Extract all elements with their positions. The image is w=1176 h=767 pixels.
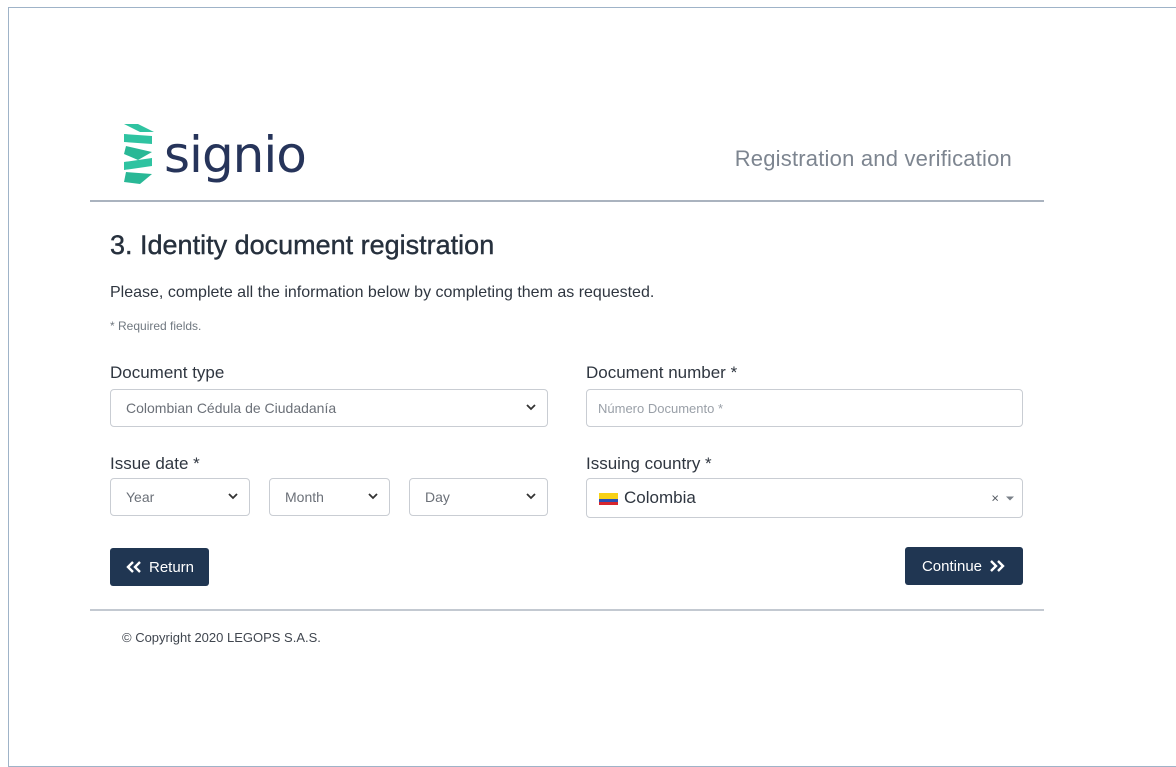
issue-date-label: Issue date * [110,454,200,473]
issue-month-select[interactable]: Month [269,478,390,516]
document-type-label: Document type [110,363,225,382]
chevron-down-icon [368,493,378,500]
required-fields-note: * Required fields. [110,319,202,333]
footer-divider [90,609,1044,611]
issue-year-select[interactable]: Year [110,478,250,516]
double-chevron-left-icon [126,561,141,573]
issuing-country-select[interactable]: Colombia × [586,478,1023,518]
issue-month-value: Month [285,489,324,505]
chevron-down-icon [526,404,536,411]
issuing-country-label: Issuing country * [586,454,712,473]
continue-button[interactable]: Continue [905,547,1023,585]
document-type-select[interactable]: Colombian Cédula de Ciudadanía [110,389,548,427]
return-button-label: Return [148,558,195,576]
document-number-label: Document number * [586,363,738,382]
issue-day-select[interactable]: Day [409,478,548,516]
return-button[interactable]: Return [110,548,209,586]
chevron-down-icon [228,493,238,500]
issue-year-value: Year [126,489,155,505]
issue-day-value: Day [425,489,450,505]
instructions-text: Please, complete all the information bel… [110,284,655,301]
issuing-country-value: Colombia [624,488,696,507]
document-type-value: Colombian Cédula de Ciudadanía [126,400,337,416]
double-chevron-right-icon [990,560,1005,572]
document-number-placeholder: Número Documento * [598,400,723,416]
signio-logo: signio [122,122,307,188]
continue-button-label: Continue [921,557,983,575]
header-title: Registration and verification [734,146,1012,171]
caret-down-icon[interactable] [1006,495,1014,501]
page-header: signio Registration and verification [90,118,1044,202]
logo-wordmark: signio [164,126,307,184]
signio-logo-mark-icon [124,124,154,184]
clear-selection-icon[interactable]: × [991,491,999,506]
page-title: 3. Identity document registration [110,230,495,260]
chevron-down-icon [526,493,536,500]
document-number-input[interactable]: Número Documento * [586,389,1023,427]
colombia-flag-icon [599,493,618,505]
copyright-text: © Copyright 2020 LEGOPS S.A.S. [122,630,321,645]
